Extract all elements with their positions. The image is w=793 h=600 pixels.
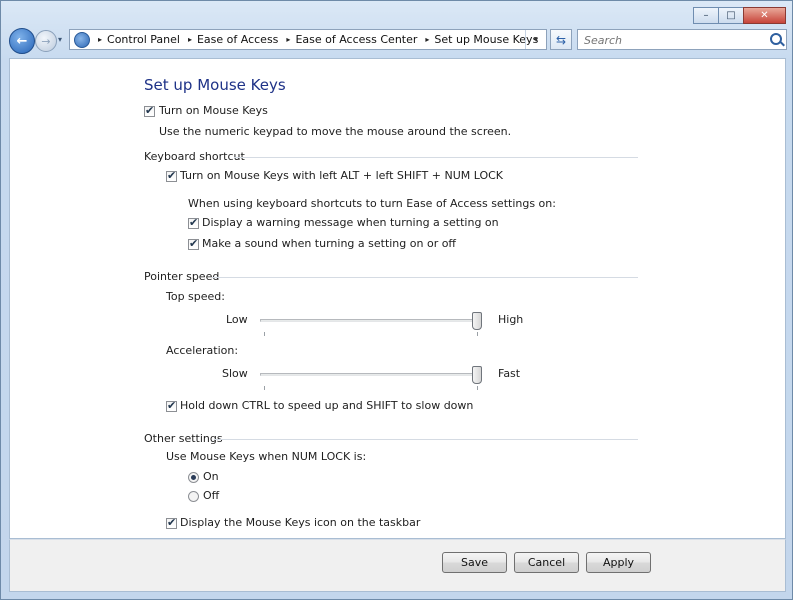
other-settings-heading: Other settings [144, 432, 223, 445]
maximize-icon: □ [726, 10, 736, 21]
taskbar-icon-label[interactable]: Display the Mouse Keys icon on the taskb… [180, 516, 420, 529]
slider-tick [477, 386, 478, 390]
chevron-down-icon: ▾ [58, 35, 63, 44]
slider-tick [264, 332, 265, 336]
forward-arrow-icon: → [41, 34, 51, 48]
save-button[interactable]: Save [442, 552, 507, 573]
main-content: Set up Mouse Keys Turn on Mouse Keys Use… [9, 58, 786, 539]
numlock-off-radio[interactable] [188, 491, 199, 502]
divider [234, 157, 638, 158]
slider-tick [264, 386, 265, 390]
acceleration-slow-label: Slow [222, 367, 248, 380]
search-box [577, 29, 787, 50]
control-panel-icon [74, 31, 90, 48]
refresh-icon: ⇆ [555, 32, 567, 47]
warning-message-checkbox[interactable] [188, 216, 199, 229]
slider-tick [477, 332, 478, 336]
ctrl-shift-checkbox[interactable] [166, 399, 177, 412]
breadcrumb-separator-icon[interactable]: ▸ [286, 35, 290, 44]
make-sound-checkbox[interactable] [188, 237, 199, 250]
warning-message-label[interactable]: Display a warning message when turning a… [202, 216, 499, 229]
breadcrumb-ease-of-access-center[interactable]: Ease of Access Center [295, 33, 417, 46]
breadcrumb-set-up-mouse-keys[interactable]: Set up Mouse Keys [434, 33, 538, 46]
close-icon: ✕ [760, 10, 769, 21]
numlock-off-label[interactable]: Off [203, 489, 219, 502]
numlock-on-radio[interactable] [188, 472, 199, 483]
top-speed-slider-thumb[interactable] [472, 312, 482, 330]
chevron-down-icon: ▾ [533, 35, 538, 44]
acceleration-slider-thumb[interactable] [472, 366, 482, 384]
maximize-button[interactable]: □ [718, 7, 744, 24]
page-title: Set up Mouse Keys [144, 76, 286, 94]
shortcut-sub-intro: When using keyboard shortcuts to turn Ea… [188, 197, 556, 210]
breadcrumb-separator-icon[interactable]: ▸ [425, 35, 429, 44]
acceleration-fast-label: Fast [498, 367, 521, 380]
ctrl-shift-label[interactable]: Hold down CTRL to speed up and SHIFT to … [180, 399, 473, 412]
search-input[interactable] [582, 31, 766, 50]
recent-pages-dropdown[interactable]: ▾ [58, 35, 62, 44]
numlock-on-label[interactable]: On [203, 470, 219, 483]
keyboard-shortcut-heading: Keyboard shortcut [144, 150, 245, 163]
refresh-button[interactable]: ⇆ [550, 29, 572, 50]
top-speed-high-label: High [498, 313, 524, 326]
shortcut-label[interactable]: Turn on Mouse Keys with left ALT + left … [180, 169, 503, 182]
numlock-label: Use Mouse Keys when NUM LOCK is: [166, 450, 367, 463]
minimize-icon: – [703, 10, 709, 21]
close-button[interactable]: ✕ [743, 7, 786, 24]
address-bar[interactable]: ▸ Control Panel ▸ Ease of Access ▸ Ease … [69, 29, 547, 50]
turn-on-description: Use the numeric keypad to move the mouse… [159, 125, 512, 138]
taskbar-icon-checkbox[interactable] [166, 516, 177, 529]
search-icon[interactable] [770, 33, 782, 45]
turn-on-mouse-keys-checkbox[interactable] [144, 104, 155, 117]
window-frame: – □ ✕ ← → ▾ ▸ Control Panel ▸ Ease of Ac… [0, 0, 793, 600]
breadcrumb-control-panel[interactable]: Control Panel [107, 33, 180, 46]
back-button[interactable]: ← [9, 28, 35, 54]
top-speed-slider-track[interactable] [260, 319, 482, 322]
pointer-speed-heading: Pointer speed [144, 270, 220, 283]
breadcrumb-separator-icon[interactable]: ▸ [98, 35, 102, 44]
top-speed-label: Top speed: [166, 290, 225, 303]
caption-buttons: – □ ✕ [693, 7, 786, 24]
cancel-button[interactable]: Cancel [514, 552, 579, 573]
make-sound-label[interactable]: Make a sound when turning a setting on o… [202, 237, 456, 250]
breadcrumb-separator-icon[interactable]: ▸ [188, 35, 192, 44]
footer-bar: Save Cancel Apply [9, 539, 786, 592]
divider [214, 439, 638, 440]
turn-on-mouse-keys-label[interactable]: Turn on Mouse Keys [159, 104, 268, 117]
address-dropdown-button[interactable]: ▾ [525, 30, 546, 49]
divider [212, 277, 638, 278]
back-arrow-icon: ← [16, 33, 28, 49]
acceleration-slider-track[interactable] [260, 373, 482, 376]
acceleration-label: Acceleration: [166, 344, 239, 357]
top-speed-low-label: Low [226, 313, 248, 326]
shortcut-checkbox[interactable] [166, 169, 177, 182]
forward-button[interactable]: → [35, 30, 57, 52]
breadcrumb-ease-of-access[interactable]: Ease of Access [197, 33, 278, 46]
apply-button[interactable]: Apply [586, 552, 651, 573]
minimize-button[interactable]: – [693, 7, 719, 24]
